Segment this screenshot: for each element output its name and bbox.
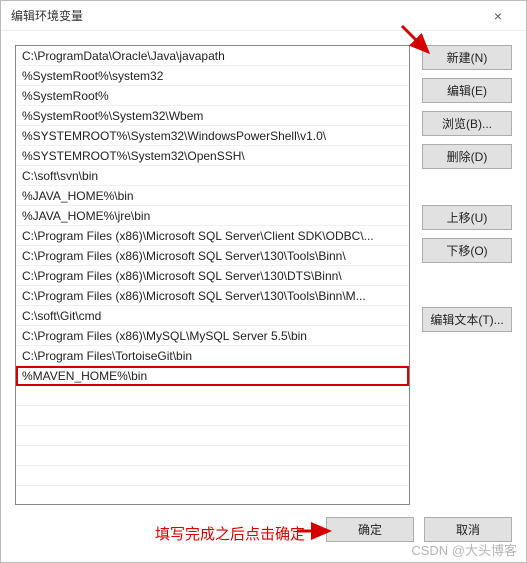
path-list-item-empty[interactable] (16, 466, 409, 486)
edit-text-button[interactable]: 编辑文本(T)... (422, 307, 512, 332)
spacer (422, 177, 512, 197)
path-list-item[interactable]: %SystemRoot%\system32 (16, 66, 409, 86)
path-list-item[interactable]: C:\ProgramData\Oracle\Java\javapath (16, 46, 409, 66)
close-icon: × (494, 8, 502, 24)
close-button[interactable]: × (478, 2, 518, 30)
path-listbox[interactable]: C:\ProgramData\Oracle\Java\javapath%Syst… (15, 45, 410, 505)
path-list-item[interactable]: %SystemRoot% (16, 86, 409, 106)
path-list-item[interactable]: C:\soft\svn\bin (16, 166, 409, 186)
titlebar: 编辑环境变量 × (1, 1, 526, 31)
path-list-item[interactable]: %SystemRoot%\System32\Wbem (16, 106, 409, 126)
path-list-item[interactable]: %JAVA_HOME%\bin (16, 186, 409, 206)
move-down-button[interactable]: 下移(O) (422, 238, 512, 263)
dialog-content: C:\ProgramData\Oracle\Java\javapath%Syst… (1, 31, 526, 506)
path-list-item[interactable]: %JAVA_HOME%\jre\bin (16, 206, 409, 226)
browse-button[interactable]: 浏览(B)... (422, 111, 512, 136)
cancel-button[interactable]: 取消 (424, 517, 512, 542)
new-button[interactable]: 新建(N) (422, 45, 512, 70)
path-list-item[interactable]: C:\soft\Git\cmd (16, 306, 409, 326)
path-list-item[interactable]: %SYSTEMROOT%\System32\WindowsPowerShell\… (16, 126, 409, 146)
path-list-item[interactable]: %SYSTEMROOT%\System32\OpenSSH\ (16, 146, 409, 166)
env-var-edit-dialog: 编辑环境变量 × C:\ProgramData\Oracle\Java\java… (0, 0, 527, 563)
spacer (422, 271, 512, 299)
path-list-item-empty[interactable] (16, 446, 409, 466)
annotation-footer-text: 填写完成之后点击确定 (155, 523, 305, 544)
path-list-item[interactable]: C:\Program Files (x86)\Microsoft SQL Ser… (16, 246, 409, 266)
path-list-item[interactable]: C:\Program Files (x86)\Microsoft SQL Ser… (16, 266, 409, 286)
edit-button[interactable]: 编辑(E) (422, 78, 512, 103)
path-list-item[interactable]: C:\Program Files (x86)\MySQL\MySQL Serve… (16, 326, 409, 346)
ok-button[interactable]: 确定 (326, 517, 414, 542)
path-list-item-empty[interactable] (16, 426, 409, 446)
path-list-item[interactable]: %MAVEN_HOME%\bin (16, 366, 409, 386)
path-list-item[interactable]: C:\Program Files (x86)\Microsoft SQL Ser… (16, 226, 409, 246)
path-list-item[interactable]: C:\Program Files\TortoiseGit\bin (16, 346, 409, 366)
dialog-title: 编辑环境变量 (11, 7, 478, 24)
delete-button[interactable]: 删除(D) (422, 144, 512, 169)
button-sidebar: 新建(N) 编辑(E) 浏览(B)... 删除(D) 上移(U) 下移(O) 编… (422, 45, 512, 506)
dialog-footer: 填写完成之后点击确定 确定 取消 (1, 506, 526, 562)
path-list-item-empty[interactable] (16, 486, 409, 505)
path-list-item-empty[interactable] (16, 386, 409, 406)
path-list-item-empty[interactable] (16, 406, 409, 426)
path-list-item[interactable]: C:\Program Files (x86)\Microsoft SQL Ser… (16, 286, 409, 306)
move-up-button[interactable]: 上移(U) (422, 205, 512, 230)
